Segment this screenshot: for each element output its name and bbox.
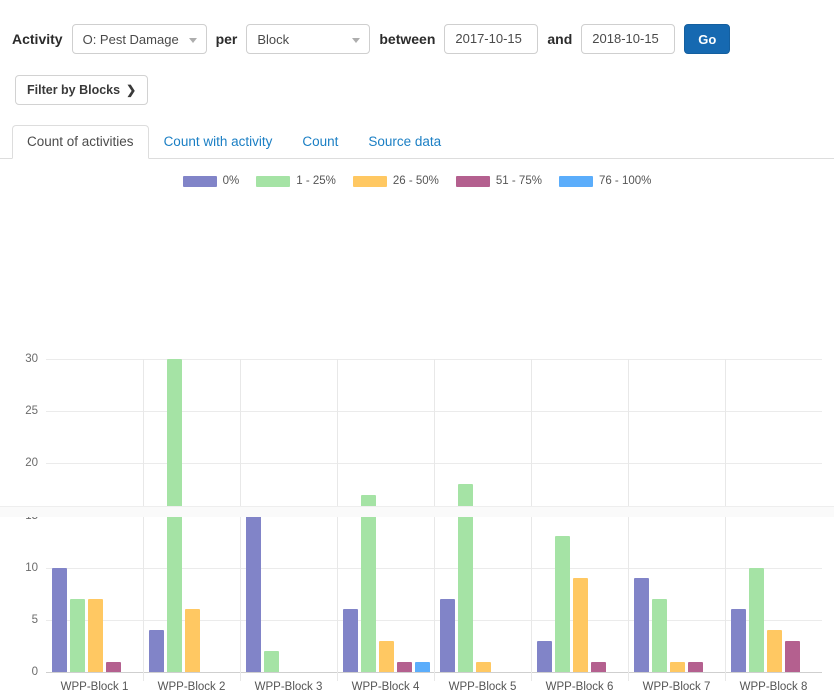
y-axis-tick-label: 25 [25, 405, 38, 418]
bar[interactable] [264, 651, 279, 672]
chevron-down-icon [352, 38, 361, 43]
tab-count-of-activities[interactable]: Count of activities [12, 125, 149, 159]
legend-label: 0% [222, 175, 240, 187]
legend-item[interactable]: 0% [182, 175, 240, 187]
chart-legend: 0% 1 - 25% 26 - 50% 51 - 75% 76 - 100% [0, 159, 834, 189]
bar[interactable] [591, 661, 606, 672]
bar[interactable] [361, 494, 376, 672]
legend-item[interactable]: 76 - 100% [558, 175, 652, 187]
bar[interactable] [415, 661, 430, 672]
legend-label: 51 - 75% [495, 175, 542, 187]
x-axis-tick-label: WPP-Block 6 [545, 681, 614, 693]
bar[interactable] [634, 578, 649, 672]
bar[interactable] [749, 567, 764, 672]
activity-select[interactable]: O: Pest Damage [71, 24, 207, 54]
legend-item[interactable]: 1 - 25% [256, 175, 336, 187]
bar[interactable] [149, 630, 164, 672]
between-label: between [379, 31, 436, 47]
per-label: per [215, 31, 238, 47]
bar[interactable] [88, 598, 103, 672]
legend-item[interactable]: 26 - 50% [352, 175, 439, 187]
tab-count[interactable]: Count [287, 125, 353, 159]
bar[interactable] [537, 640, 552, 672]
x-axis-tick-label: WPP-Block 8 [739, 681, 808, 693]
bar[interactable] [573, 578, 588, 672]
filter-by-blocks-label: Filter by Blocks [27, 83, 121, 97]
bar[interactable] [476, 661, 491, 672]
per-select-value: Block [257, 32, 290, 47]
filter-row: Filter by Blocks ❯ [0, 56, 834, 105]
x-axis-tick-label: WPP-Block 2 [157, 681, 226, 693]
y-axis-tick-label: 0 [31, 666, 38, 678]
bar[interactable] [731, 609, 746, 672]
chart-plot-area: 051015202530 WPP-Block 1WPP-Block 2WPP-B… [0, 351, 834, 698]
bar[interactable] [70, 598, 85, 672]
activity-select-value: O: Pest Damage [82, 32, 179, 47]
go-button[interactable]: Go [684, 24, 731, 54]
bar[interactable] [106, 661, 121, 672]
bar[interactable] [379, 640, 394, 672]
chevron-right-icon: ❯ [126, 83, 137, 97]
x-axis-tick-label: WPP-Block 4 [351, 681, 420, 693]
bar[interactable] [555, 536, 570, 672]
bar[interactable] [688, 661, 703, 672]
bar[interactable] [670, 661, 685, 672]
tab-bar: Count of activities Count with activity … [0, 125, 834, 159]
filter-by-blocks-button[interactable]: Filter by Blocks ❯ [15, 75, 149, 105]
y-axis-tick-label: 5 [31, 613, 38, 626]
x-axis-tick-label: WPP-Block 5 [448, 681, 517, 693]
legend-item[interactable]: 51 - 75% [455, 175, 542, 187]
panel-bottom-strip [0, 506, 834, 517]
activity-label: Activity [12, 31, 63, 47]
per-select[interactable]: Block [246, 24, 371, 54]
legend-swatch [256, 175, 291, 187]
bar[interactable] [652, 598, 667, 672]
bar[interactable] [767, 630, 782, 672]
tab-count-with-activity[interactable]: Count with activity [149, 125, 288, 159]
bar[interactable] [440, 598, 455, 672]
bar[interactable] [343, 609, 358, 672]
legend-label: 1 - 25% [296, 175, 336, 187]
tab-source-data[interactable]: Source data [353, 125, 456, 159]
legend-label: 76 - 100% [598, 175, 652, 187]
y-axis-tick-label: 30 [25, 353, 38, 365]
chart-x-axis-labels: WPP-Block 1 WPP-Block 2 WPP-Block 3 WPP-Blo… [46, 681, 822, 693]
and-label: and [547, 31, 573, 47]
chevron-down-icon [188, 38, 197, 43]
query-toolbar: Activity O: Pest Damage per Block betwee… [0, 0, 834, 56]
legend-swatch [455, 175, 490, 187]
legend-swatch [352, 175, 387, 187]
x-axis-tick-label: WPP-Block 3 [254, 681, 323, 693]
bar[interactable] [397, 661, 412, 672]
chart-panel: 0% 1 - 25% 26 - 50% 51 - 75% 76 - 100% 0 5 10 1… [0, 159, 834, 693]
bar[interactable] [785, 640, 800, 672]
y-axis-tick-label: 10 [25, 561, 38, 574]
bar[interactable] [185, 609, 200, 672]
legend-label: 26 - 50% [392, 175, 439, 187]
y-axis-tick-label: 20 [25, 457, 38, 470]
legend-swatch [558, 175, 593, 187]
legend-swatch [182, 175, 217, 187]
bar[interactable] [52, 567, 67, 672]
x-axis-tick-label: WPP-Block 7 [642, 681, 711, 693]
date-from-input[interactable] [444, 24, 539, 54]
date-to-input[interactable] [581, 24, 676, 54]
x-axis-tick-label: WPP-Block 1 [60, 681, 129, 693]
